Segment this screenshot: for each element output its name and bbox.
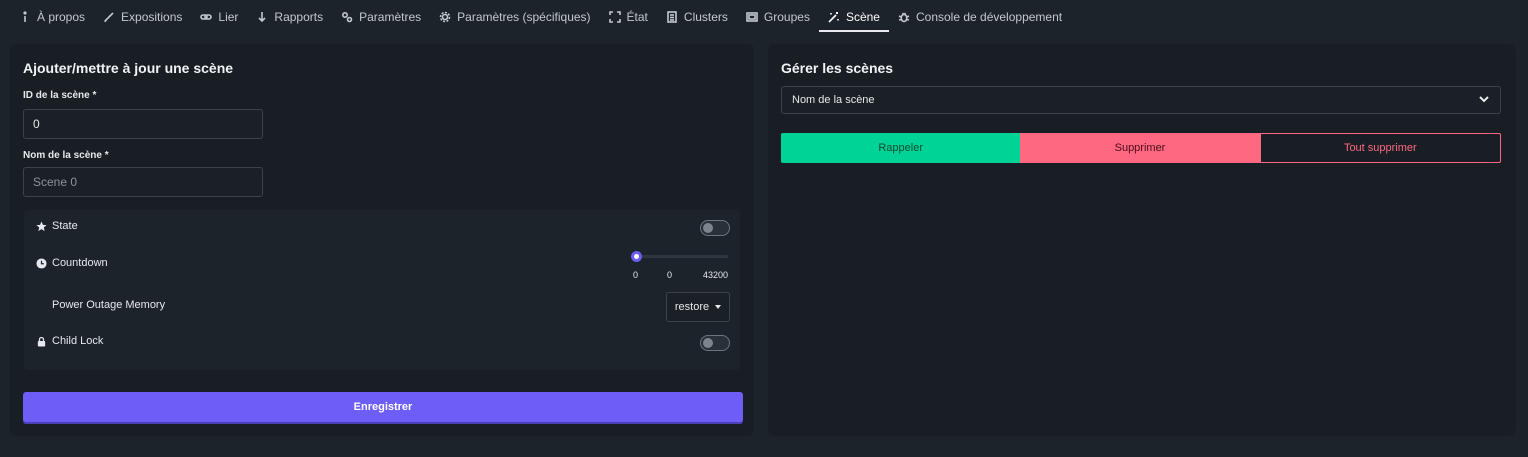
tab-specific-settings[interactable]: Paramètres (spécifiques) [430, 0, 599, 34]
power-outage-value: restore [674, 301, 710, 313]
countdown-value: 0 [667, 270, 673, 280]
tab-label: Rapports [274, 10, 324, 24]
tab-label: Lier [218, 10, 239, 24]
tab-about[interactable]: À propos [10, 0, 94, 34]
tab-label: Paramètres [359, 10, 422, 24]
tab-label: Clusters [683, 10, 728, 24]
star-icon [36, 220, 47, 231]
power-outage-label: Power Outage Memory [52, 299, 165, 311]
tab-label: Groupes [763, 10, 810, 24]
tab-dev-console[interactable]: Console de développement [889, 0, 1071, 34]
child-lock-label: Child Lock [52, 335, 104, 347]
recall-button[interactable]: Rappeler [781, 133, 1021, 163]
countdown-min: 0 [633, 270, 639, 280]
countdown-slider-handle[interactable] [631, 251, 642, 262]
countdown-label: Countdown [52, 257, 108, 269]
delete-button[interactable]: Supprimer [1020, 133, 1260, 163]
tab-label: À propos [37, 10, 86, 24]
add-update-scene-panel: Ajouter/mettre à jour une scène ID de la… [10, 44, 754, 436]
toggle-knob [703, 223, 713, 233]
countdown-row-label: Countdown [36, 257, 108, 269]
countdown-max: 43200 [703, 270, 729, 280]
toggle-knob [703, 338, 713, 348]
tab-bind[interactable]: Lier [191, 0, 247, 34]
tab-label: Paramètres (spécifiques) [457, 10, 591, 24]
state-row-label: State [36, 220, 78, 232]
state-toggle[interactable] [700, 220, 730, 236]
scene-name-label: Nom de la scène * [23, 150, 109, 161]
tab-exposes[interactable]: Expositions [94, 0, 191, 34]
info-icon [19, 11, 31, 23]
scene-id-input[interactable]: 0 [23, 109, 263, 139]
pencil-icon [103, 11, 115, 23]
tab-scene[interactable]: Scène [818, 0, 890, 34]
tab-groups[interactable]: Groupes [737, 0, 819, 34]
link-icon [200, 11, 213, 23]
tab-label: Expositions [121, 10, 183, 24]
arrow-down-icon [256, 11, 268, 23]
countdown-slider-track[interactable] [636, 255, 728, 258]
lock-icon [37, 336, 46, 347]
manage-scenes-panel: Gérer les scènes Nom de la scène Rappele… [768, 44, 1516, 436]
bug-icon [898, 11, 910, 23]
tab-clusters[interactable]: Clusters [657, 0, 737, 34]
tab-label: État [626, 10, 648, 24]
scene-name-input[interactable]: Scene 0 [23, 167, 263, 197]
power-outage-select[interactable]: restore [666, 292, 730, 322]
panel-title: Gérer les scènes [781, 60, 894, 76]
save-button[interactable]: Enregistrer [23, 392, 743, 422]
tab-reports[interactable]: Rapports [247, 0, 332, 34]
clock-icon [36, 257, 47, 269]
group-icon [746, 11, 758, 23]
child-lock-toggle[interactable] [700, 335, 730, 351]
tab-state[interactable]: État [600, 0, 657, 34]
list-icon [666, 11, 678, 23]
magic-wand-icon [828, 11, 840, 23]
tab-label: Console de développement [915, 10, 1063, 24]
scene-select-placeholder: Nom de la scène [792, 94, 875, 106]
scene-select[interactable]: Nom de la scène [781, 86, 1501, 114]
tab-bar: À propos Expositions Lier Rapports Param… [0, 0, 1528, 34]
gear-icon [439, 11, 451, 23]
power-outage-text: Power Outage Memory [52, 299, 166, 311]
state-label: State [52, 220, 78, 232]
child-lock-row-label: Child Lock [36, 335, 103, 347]
delete-all-button[interactable]: Tout supprimer [1259, 133, 1501, 163]
scene-id-label: ID de la scène * [23, 90, 97, 101]
expand-icon [608, 11, 621, 23]
scene-actions: Rappeler Supprimer Tout supprimer [781, 133, 1501, 163]
tab-label: Scène [845, 10, 880, 24]
scene-attributes-panel: State Countdown 0 0 43200 Power Outage M… [24, 210, 740, 370]
cogs-icon [341, 11, 353, 23]
tab-settings[interactable]: Paramètres [332, 0, 430, 34]
chevron-down-icon [1478, 93, 1490, 108]
caret-down-icon [715, 305, 722, 309]
panel-title: Ajouter/mettre à jour une scène [23, 60, 234, 76]
